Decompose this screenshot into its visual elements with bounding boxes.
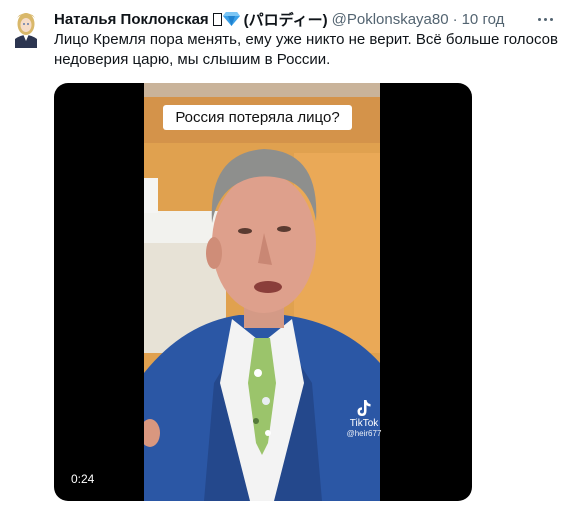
more-options-button[interactable]: [534, 10, 556, 28]
tweet-header: Наталья Поклонская (パロディー) @Poklonskaya8…: [54, 8, 526, 30]
video-frame: [144, 83, 380, 501]
tiktok-logo-icon: [357, 400, 371, 416]
video-thumbnail: [144, 83, 380, 501]
tiktok-label: TikTok: [349, 418, 379, 429]
separator-dot: ·: [452, 10, 458, 28]
tweet-time[interactable]: 10 год: [462, 11, 505, 28]
tiktok-watermark: TikTok @heir677: [343, 399, 385, 438]
missing-glyph-icon: [212, 12, 222, 26]
tweet-text: Лицо Кремля пора менять, ему уже никто н…: [54, 31, 558, 68]
parody-label: (パロディー): [243, 11, 328, 29]
video-caption: Россия потеряла лицо?: [163, 105, 352, 130]
avatar[interactable]: [9, 8, 43, 48]
author-handle[interactable]: @Poklonskaya80: [332, 11, 449, 28]
author-name[interactable]: Наталья Поклонская: [54, 11, 209, 28]
tweet[interactable]: Наталья Поклонская (パロディー) @Poklonskaya8…: [0, 0, 566, 509]
more-horizontal-icon: [537, 17, 541, 21]
video-player[interactable]: Россия потеряла лицо? TikTok @heir677 0:…: [54, 83, 472, 501]
video-duration: 0:24: [71, 472, 95, 486]
blue-diamond-icon: [222, 12, 240, 26]
tiktok-username: @heir677: [346, 429, 382, 438]
